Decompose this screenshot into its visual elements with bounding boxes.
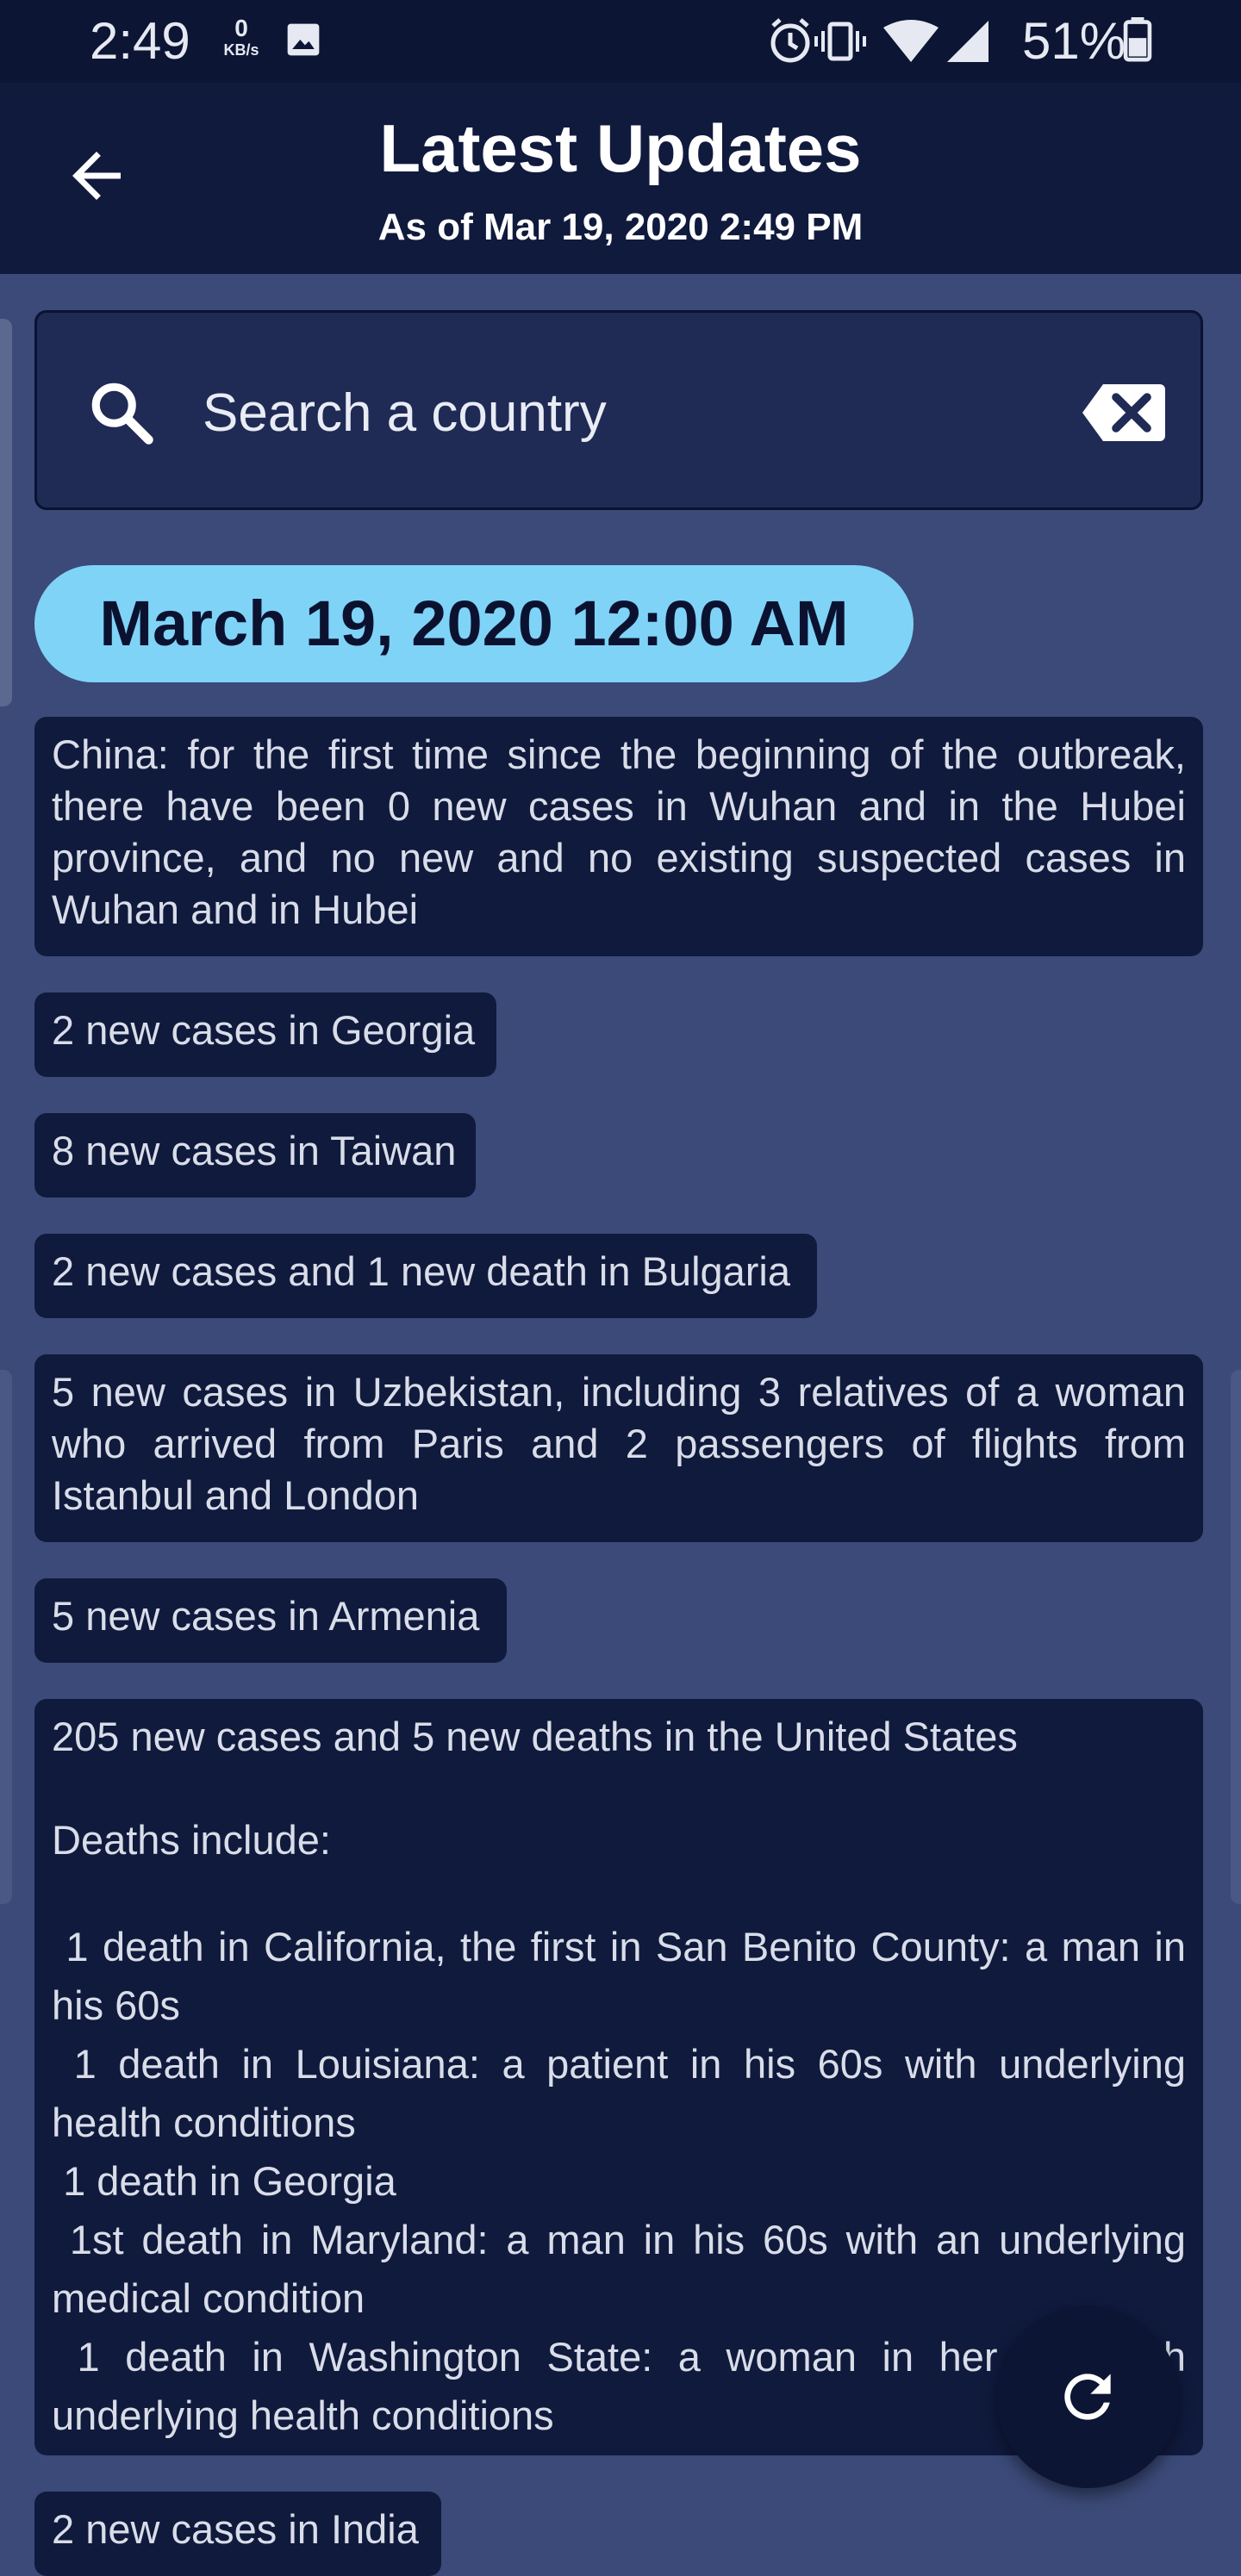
update-card: 8 new cases in Taiwan bbox=[34, 1113, 476, 1198]
backspace-clear-icon[interactable] bbox=[1080, 382, 1168, 444]
page-title: Latest Updates bbox=[379, 110, 862, 186]
battery-percent: 51% bbox=[1022, 12, 1126, 70]
update-text: 1 death in Georgia bbox=[52, 2158, 396, 2204]
status-bar: 2:49 0 KB/s 51% bbox=[0, 0, 1241, 83]
update-text: 2 new cases in India bbox=[52, 2506, 419, 2552]
date-section-header: March 19, 2020 12:00 AM bbox=[34, 565, 914, 682]
image-icon bbox=[287, 23, 320, 56]
update-text: 1 death in California, the first in San … bbox=[52, 1924, 1198, 2028]
update-text: 2 new cases in Georgia bbox=[52, 1007, 476, 1053]
update-card: China: for the first time since the begi… bbox=[34, 717, 1203, 956]
update-text: Deaths include: bbox=[52, 1817, 331, 1863]
signal-icon bbox=[947, 21, 988, 62]
update-text: 8 new cases in Taiwan bbox=[52, 1128, 457, 1173]
vibrate-icon bbox=[814, 22, 866, 61]
update-text: 2 new cases and 1 new death in Bulgaria bbox=[52, 1248, 791, 1294]
refresh-button[interactable] bbox=[996, 2305, 1179, 2488]
update-text: 5 new cases in Armenia bbox=[52, 1593, 480, 1639]
update-card: 2 new cases in India bbox=[34, 2492, 441, 2576]
update-card: 2 new cases in Georgia bbox=[34, 992, 496, 1077]
search-input[interactable] bbox=[201, 364, 1066, 461]
update-text: 205 new cases and 5 new deaths in the Un… bbox=[52, 1714, 1018, 1759]
status-time: 2:49 bbox=[90, 12, 190, 70]
update-text: 1 death in Louisiana: a patient in his 6… bbox=[52, 2041, 1198, 2145]
status-icons bbox=[770, 18, 988, 63]
update-text: China: for the first time since the begi… bbox=[52, 731, 1186, 932]
search-box[interactable] bbox=[34, 310, 1203, 510]
update-text: 5 new cases in Uzbekistan, including 3 r… bbox=[52, 1369, 1186, 1518]
scroll-edge-left bbox=[0, 319, 12, 706]
network-speed-value: 0 bbox=[234, 15, 248, 41]
update-text: 1st death in Maryland: a man in his 60s … bbox=[52, 2217, 1198, 2321]
page-subtitle: As of Mar 19, 2020 2:49 PM bbox=[377, 206, 864, 248]
update-card: 5 new cases in Armenia bbox=[34, 1578, 507, 1663]
network-speed-unit: KB/s bbox=[223, 41, 259, 59]
scroll-edge-right bbox=[1231, 1370, 1241, 1904]
refresh-icon bbox=[1064, 2374, 1111, 2420]
search-icon bbox=[91, 383, 153, 445]
update-card: 5 new cases in Uzbekistan, including 3 r… bbox=[34, 1354, 1203, 1542]
battery-icon bbox=[1123, 17, 1152, 62]
alarm-icon bbox=[770, 18, 810, 63]
update-card: 2 new cases and 1 new death in Bulgaria bbox=[34, 1234, 817, 1318]
scroll-edge-left-lower bbox=[0, 1370, 12, 1904]
wifi-icon bbox=[883, 20, 939, 62]
top-bar: Latest Updates As of Mar 19, 2020 2:49 P… bbox=[0, 83, 1241, 274]
network-speed: 0 KB/s bbox=[215, 16, 267, 59]
